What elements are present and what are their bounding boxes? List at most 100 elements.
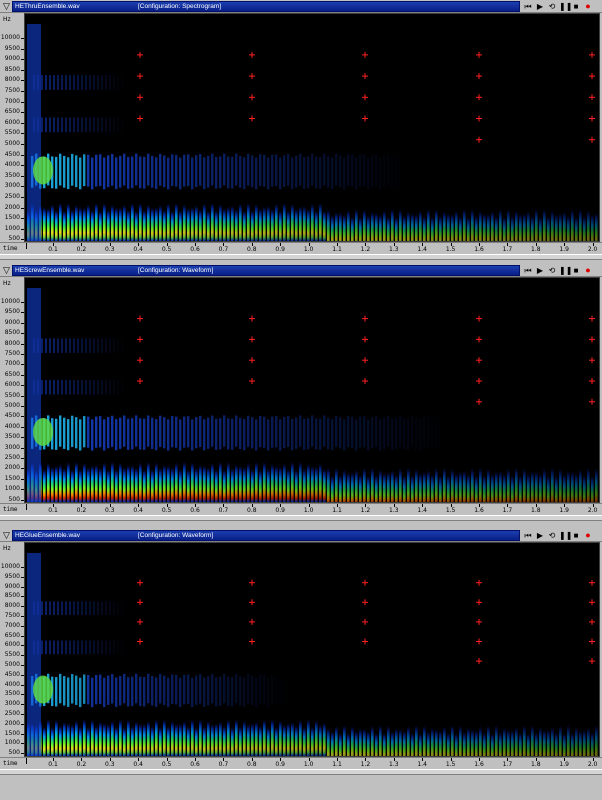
spectral-stripe [303, 418, 306, 450]
title-band[interactable]: HEScrewEnsemble.wav [Configuration: Wave… [12, 265, 520, 276]
x-tick-mark [280, 243, 282, 246]
rewind-icon[interactable]: ⏮ [523, 1, 533, 12]
x-tick-label: 0.5 [161, 761, 172, 768]
spectral-stripe [539, 216, 542, 241]
spectral-stripe [259, 469, 262, 502]
spectral-stripe [275, 726, 278, 756]
spectral-stripe [255, 461, 258, 502]
spectral-stripe [591, 731, 594, 756]
y-tick-label: 6000 [4, 381, 20, 389]
stop-icon[interactable]: ■ [571, 265, 581, 276]
spectral-stripe [175, 154, 178, 187]
x-tick-label: 1.6 [474, 507, 484, 514]
harmonic-stripe [37, 338, 39, 353]
spectral-stripe [279, 720, 282, 756]
spectral-stripe [111, 204, 114, 241]
loop-icon[interactable]: ⟲ [547, 1, 557, 12]
x-tick-mark [81, 758, 83, 761]
spectral-stripe [479, 210, 482, 241]
play-icon[interactable]: ▶ [535, 1, 545, 12]
spectral-stripe [183, 674, 186, 705]
spectral-stripe [235, 208, 238, 241]
harmonic-stripe [77, 117, 79, 133]
spectral-stripe [351, 154, 354, 187]
spectral-stripe [135, 415, 138, 447]
harmonic-stripe [97, 75, 99, 90]
x-tick-label: 1.5 [445, 507, 456, 514]
spectral-stripe [199, 153, 202, 186]
spectral-stripe [107, 675, 110, 705]
rewind-icon[interactable]: ⏮ [523, 530, 533, 541]
window-menu-icon[interactable]: ▽ [2, 1, 11, 11]
spectral-stripe [399, 415, 402, 447]
x-origin-tick [26, 243, 27, 249]
spectral-stripe [491, 473, 494, 502]
spectral-stripe [183, 154, 186, 187]
pause-icon[interactable]: ❚❚ [559, 530, 572, 541]
time-axis: time 0.1 0.2 0.3 0.4 0.5 0.6 0.7 0.8 0.9 1.0 1.1 1.… [0, 242, 602, 254]
spectral-stripe [207, 676, 210, 706]
harmonic-stripe [61, 640, 63, 655]
spectral-stripe [383, 472, 386, 502]
harmonic-stripe [57, 601, 59, 616]
spectral-stripe [251, 722, 254, 756]
horizontal-scrollbar[interactable] [0, 515, 602, 521]
stop-icon[interactable]: ■ [571, 530, 581, 541]
harmonic-stripe [89, 640, 91, 655]
window-menu-icon[interactable]: ▽ [2, 265, 11, 275]
spectral-stripe [167, 157, 170, 190]
spectrogram-plot[interactable] [24, 277, 600, 503]
harmonic-stripe [101, 338, 103, 353]
x-tick-mark [53, 504, 54, 507]
harmonic-stripe [49, 379, 51, 395]
record-icon[interactable]: ● [583, 530, 593, 541]
spectral-stripe [267, 677, 270, 708]
spectral-stripe [479, 467, 482, 502]
spectral-stripe [539, 473, 542, 502]
title-band[interactable]: HEThruEnsemble.wav [Configuration: Spect… [12, 1, 520, 12]
y-tick-label: 1000 [4, 485, 20, 493]
configuration-label: [Configuration: Spectrogram] [138, 3, 222, 10]
spectral-stripe [243, 720, 246, 756]
window-menu-icon[interactable]: ▽ [2, 530, 11, 540]
spectral-stripe [199, 674, 202, 704]
stop-icon[interactable]: ■ [571, 1, 581, 12]
x-tick-mark [251, 243, 253, 246]
record-icon[interactable]: ● [583, 265, 593, 276]
spectral-stripe [259, 154, 262, 187]
spectral-stripe [547, 215, 550, 241]
spectral-stripe [439, 215, 442, 241]
spectral-stripe [63, 467, 66, 502]
x-tick-mark [195, 758, 196, 761]
spectral-stripe [187, 674, 190, 704]
spectral-stripe [159, 467, 162, 502]
title-band[interactable]: HEGlueEnsemble.wav [Configuration: Wavef… [12, 530, 520, 541]
harmonic-stripe [37, 75, 39, 90]
loop-icon[interactable]: ⟲ [547, 265, 557, 276]
spectral-stripe [479, 726, 482, 756]
spectral-stripe [371, 416, 374, 449]
spectral-stripe [163, 155, 166, 188]
harmonic-stripe [109, 117, 111, 133]
loop-icon[interactable]: ⟲ [547, 530, 557, 541]
play-icon[interactable]: ▶ [535, 530, 545, 541]
spectrogram-plot[interactable] [24, 542, 600, 757]
spectral-stripe [391, 157, 393, 189]
harmonic-stripe [93, 640, 95, 655]
spectrogram-plot[interactable] [24, 13, 600, 242]
spectral-stripe [195, 675, 198, 705]
pause-icon[interactable]: ❚❚ [559, 1, 572, 12]
harmonic-stripe [73, 379, 75, 395]
spectral-stripe [267, 467, 270, 502]
hz-unit-label: Hz [3, 16, 11, 23]
spectral-stripe [99, 416, 102, 448]
record-icon[interactable]: ● [583, 1, 593, 12]
spectral-stripe [127, 156, 130, 189]
y-tick-label: 6000 [4, 641, 20, 649]
play-icon[interactable]: ▶ [535, 265, 545, 276]
spectral-stripe [379, 724, 382, 756]
horizontal-scrollbar[interactable] [0, 254, 602, 260]
rewind-icon[interactable]: ⏮ [523, 265, 533, 276]
spectral-stripe [183, 461, 186, 502]
pause-icon[interactable]: ❚❚ [559, 265, 572, 276]
